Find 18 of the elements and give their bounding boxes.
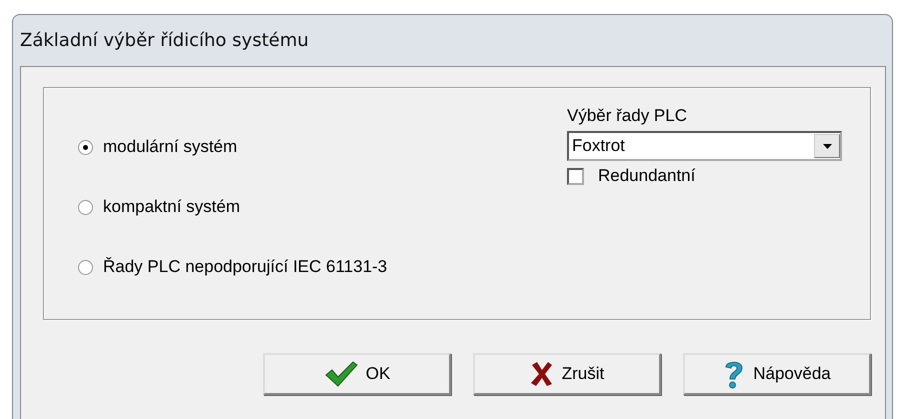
radio-button[interactable] [78, 200, 93, 214]
radio-button[interactable] [78, 260, 93, 274]
window-title: Základní výběr řídicího systému [20, 30, 309, 51]
radio-button[interactable] [78, 140, 93, 154]
checkbox-label: Redundantní [598, 166, 696, 186]
series-dropdown[interactable]: Foxtrot [567, 131, 842, 161]
dialog-button[interactable]: Zrušit [473, 353, 661, 395]
radio-option[interactable]: modulární systém [78, 137, 388, 157]
question-mark-icon [723, 359, 746, 389]
radio-label: kompaktní systém [103, 197, 240, 217]
checkmark-icon [324, 361, 358, 387]
field-label: Výběr řady PLC [567, 106, 688, 126]
radio-option[interactable]: kompaktní systém [78, 197, 388, 217]
dialog-button[interactable]: OK [263, 353, 451, 395]
checkbox[interactable] [567, 168, 584, 184]
cross-icon [530, 361, 554, 387]
dialog-button[interactable]: Nápověda [683, 353, 871, 395]
radio-label: modulární systém [103, 137, 238, 157]
